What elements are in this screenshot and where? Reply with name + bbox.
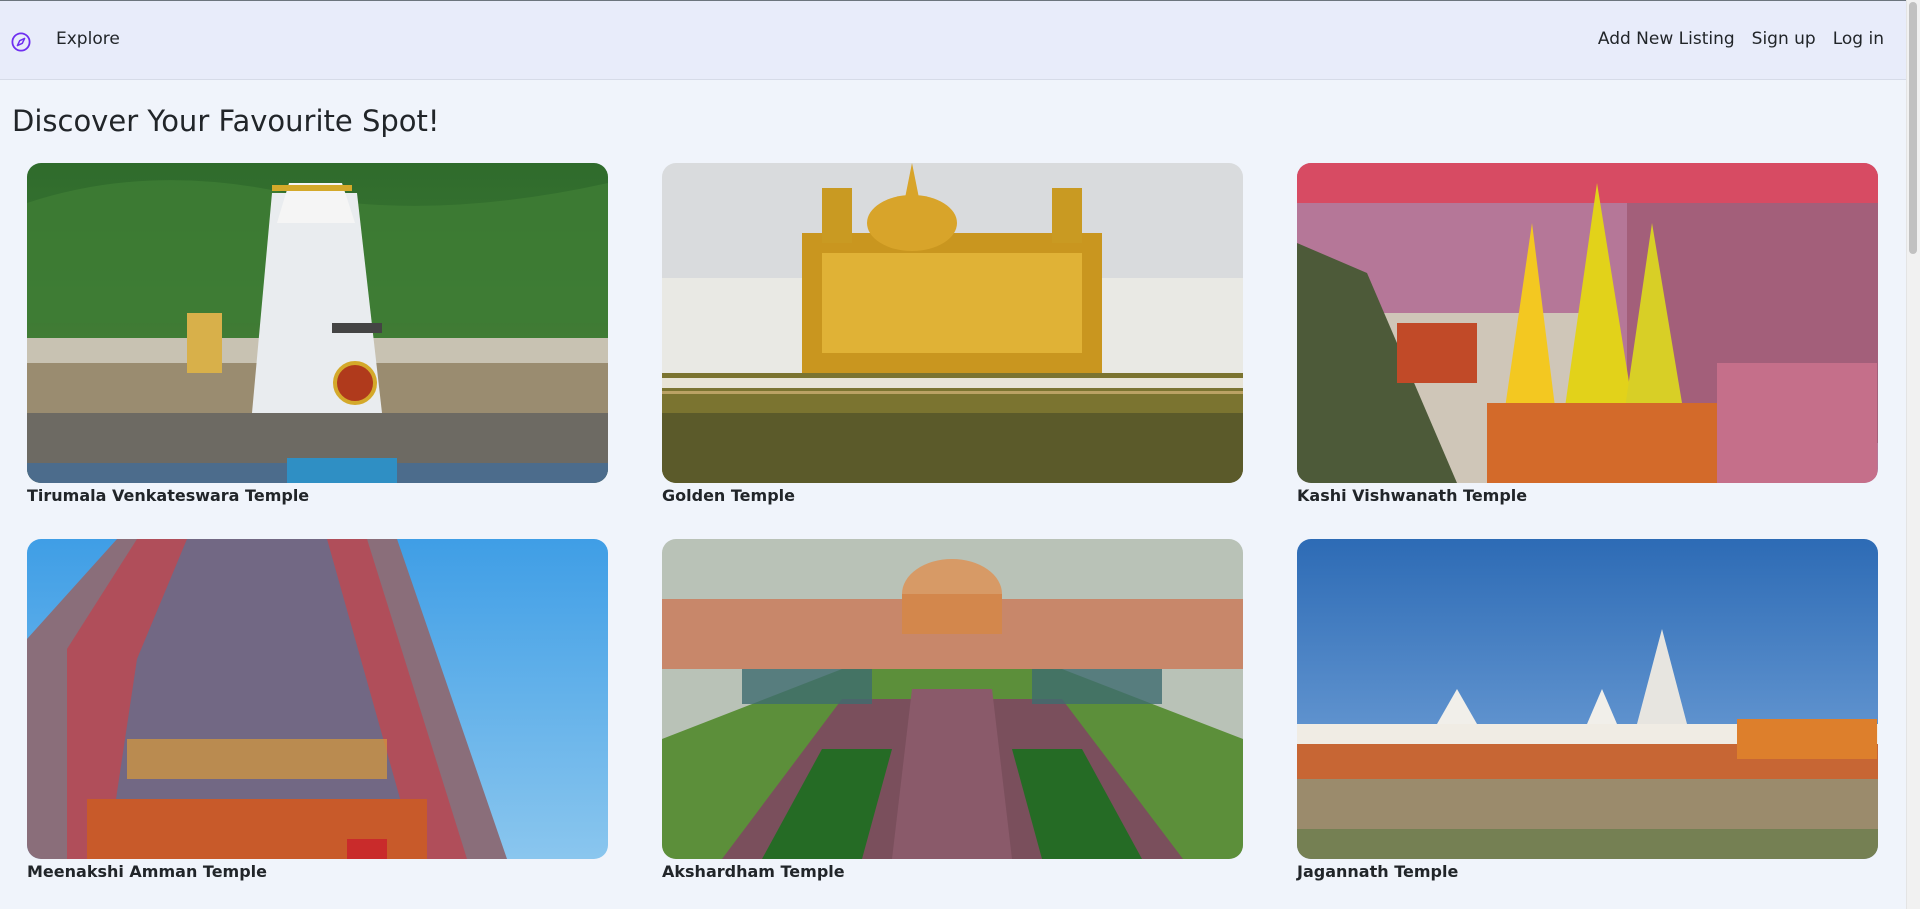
listing-title[interactable]: Akshardham Temple: [662, 862, 1243, 881]
navbar: Explore Add New Listing Sign up Log in: [0, 1, 1906, 80]
listing-title[interactable]: Jagannath Temple: [1297, 862, 1878, 881]
compass-icon[interactable]: [11, 32, 31, 52]
listing-title[interactable]: Tirumala Venkateswara Temple: [27, 486, 608, 505]
listing-card[interactable]: Kashi Vishwanath Temple: [1297, 163, 1878, 505]
listing-card[interactable]: Jagannath Temple: [1297, 539, 1878, 881]
page-title: Discover Your Favourite Spot!: [12, 104, 440, 138]
listing-card[interactable]: Akshardham Temple: [662, 539, 1243, 881]
scrollbar-thumb[interactable]: [1909, 2, 1917, 254]
kashi-vishwanath-image[interactable]: [1297, 163, 1878, 483]
jagannath-image[interactable]: [1297, 539, 1878, 859]
sign-up-link[interactable]: Sign up: [1752, 29, 1816, 49]
listing-card[interactable]: Meenakshi Amman Temple: [27, 539, 608, 881]
listing-title[interactable]: Meenakshi Amman Temple: [27, 862, 608, 881]
log-in-link[interactable]: Log in: [1833, 29, 1884, 49]
nav-right-links: Add New Listing Sign up Log in: [1598, 29, 1884, 49]
listing-card[interactable]: Golden Temple: [662, 163, 1243, 505]
golden-temple-image[interactable]: [662, 163, 1243, 483]
page-scrollbar[interactable]: [1906, 0, 1920, 909]
akshardham-image[interactable]: [662, 539, 1243, 859]
nav-explore-link[interactable]: Explore: [56, 29, 120, 49]
add-new-listing-link[interactable]: Add New Listing: [1598, 29, 1735, 49]
listing-title[interactable]: Kashi Vishwanath Temple: [1297, 486, 1878, 505]
meenakshi-amman-image[interactable]: [27, 539, 608, 859]
tirumala-temple-image[interactable]: [27, 163, 608, 483]
listing-title[interactable]: Golden Temple: [662, 486, 1243, 505]
listing-card[interactable]: Tirumala Venkateswara Temple: [27, 163, 608, 505]
